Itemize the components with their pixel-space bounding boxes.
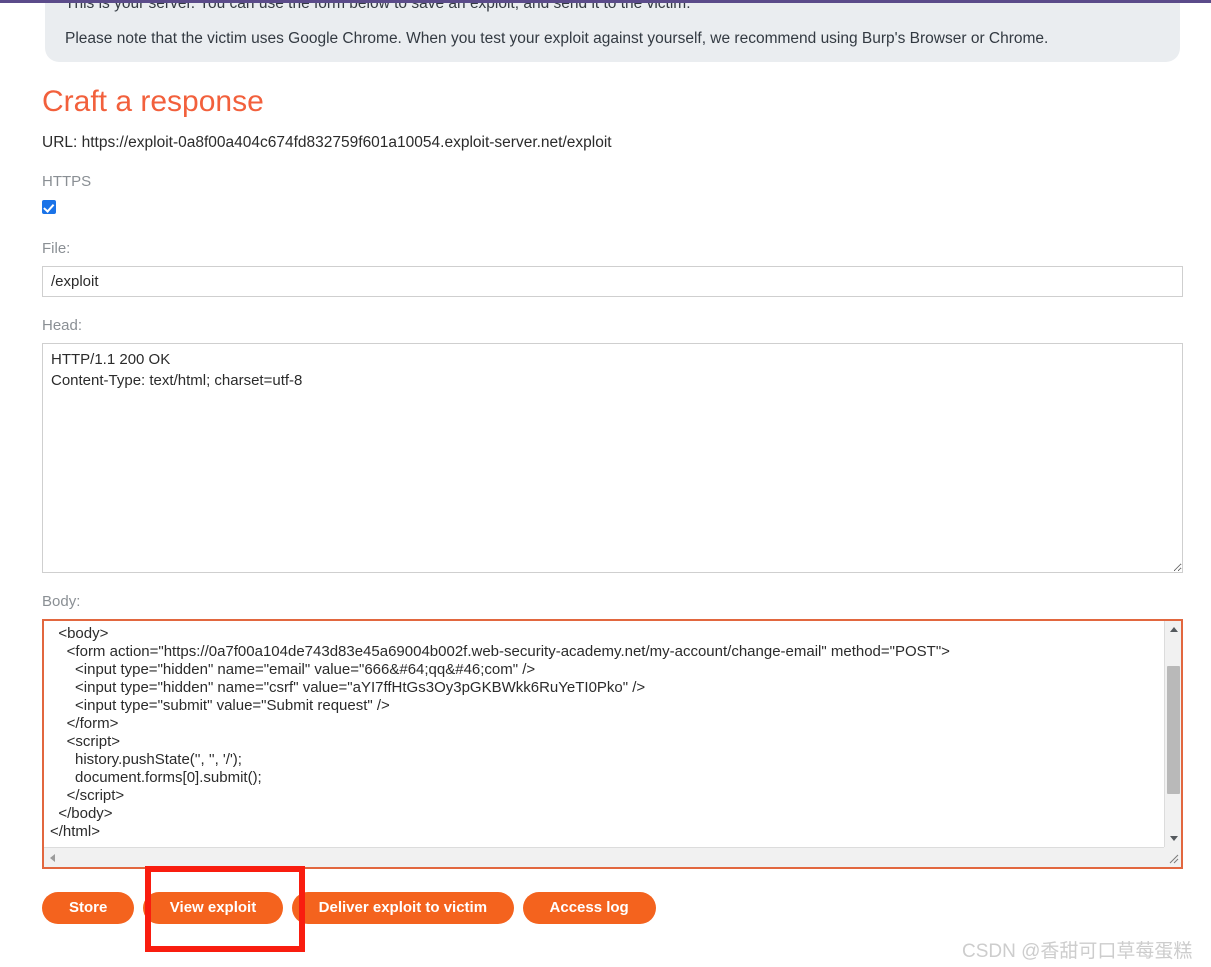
https-checkbox[interactable]: [42, 200, 56, 214]
https-checkbox-row[interactable]: [42, 200, 1183, 220]
vertical-scroll-thumb[interactable]: [1167, 666, 1180, 794]
exploit-url-line: URL: https://exploit-0a8f00a404c674fd832…: [42, 134, 612, 151]
file-label: File:: [42, 240, 71, 257]
watermark: CSDN @香甜可口草莓蛋糕: [962, 941, 1193, 962]
server-notice-banner: This is your server. You can use the for…: [45, 3, 1180, 62]
action-button-row: Store View exploit Deliver exploit to vi…: [42, 892, 660, 924]
body-label: Body:: [42, 593, 81, 610]
body-textarea-wrapper[interactable]: <body> <form action="https://0a7f00a104d…: [42, 619, 1183, 869]
body-vertical-scrollbar[interactable]: [1164, 621, 1181, 847]
resize-grip-icon[interactable]: [1164, 847, 1181, 867]
scroll-up-arrow-icon[interactable]: [1165, 621, 1182, 638]
view-exploit-button[interactable]: View exploit: [142, 892, 284, 924]
page-title: Craft a response: [42, 85, 264, 118]
body-horizontal-scrollbar[interactable]: [44, 847, 1181, 867]
resize-grip-glyph: [1169, 854, 1179, 864]
craft-response-section: Craft a response URL: https://exploit-0a…: [42, 70, 1183, 869]
scroll-left-arrow-icon[interactable]: [44, 848, 61, 867]
body-textarea[interactable]: <body> <form action="https://0a7f00a104d…: [44, 621, 1164, 847]
store-button[interactable]: Store: [42, 892, 135, 924]
file-input[interactable]: [42, 266, 1183, 297]
deliver-exploit-button[interactable]: Deliver exploit to victim: [291, 892, 515, 924]
head-label: Head:: [42, 317, 83, 334]
access-log-button[interactable]: Access log: [522, 892, 656, 924]
head-textarea[interactable]: HTTP/1.1 200 OK Content-Type: text/html;…: [42, 343, 1183, 573]
notice-line-2: Please note that the victim uses Google …: [65, 30, 1049, 47]
https-label: HTTPS: [42, 173, 92, 190]
scroll-down-arrow-icon[interactable]: [1165, 830, 1182, 847]
notice-line-1: This is your server. You can use the for…: [65, 3, 691, 12]
